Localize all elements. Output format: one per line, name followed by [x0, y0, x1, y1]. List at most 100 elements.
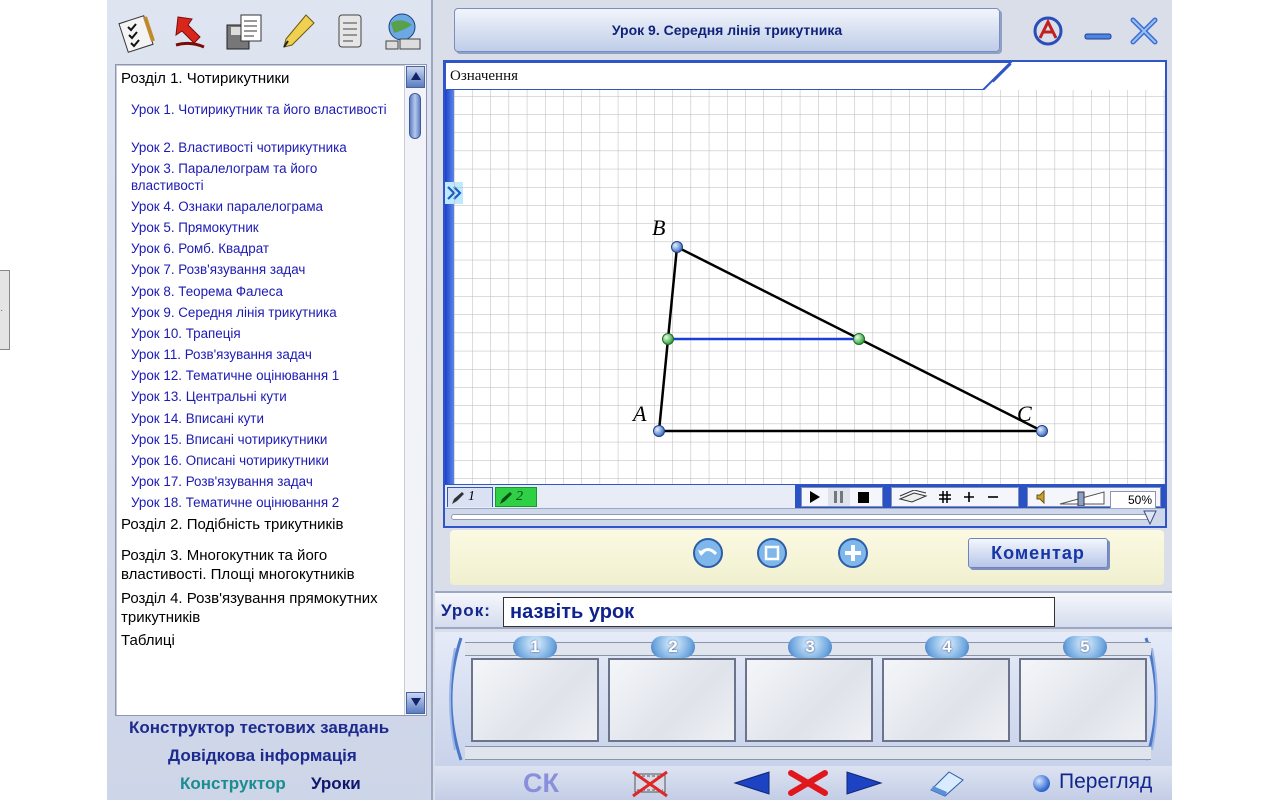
toc-section[interactable]: Розділ 1. Чотирикутники	[121, 69, 393, 88]
playback-group	[801, 487, 883, 507]
document-icon[interactable]	[328, 10, 372, 54]
constructor-link[interactable]: Конструктор	[180, 774, 286, 794]
timeline-knob[interactable]	[1143, 510, 1157, 525]
next-arrow-icon[interactable]	[839, 768, 885, 798]
toc-lesson[interactable]: Урок 5. Прямокутник	[131, 219, 393, 236]
toc-lesson[interactable]: Урок 17. Розв'язування задач	[131, 473, 393, 490]
toc-lesson[interactable]: Урок 3. Паралелограм та його властивості	[131, 160, 393, 194]
toc-lesson[interactable]: Урок 2. Властивості чотирикутника	[131, 139, 393, 156]
preview-label: Перегляд	[1059, 770, 1153, 793]
slide-number[interactable]: 1	[513, 636, 557, 658]
toc-lesson[interactable]: Урок 4. Ознаки паралелограма	[131, 198, 393, 215]
eraser-icon[interactable]	[925, 768, 971, 798]
pause-button[interactable]	[828, 488, 850, 506]
timeline-track[interactable]	[451, 514, 1151, 520]
slide-number[interactable]: 2	[651, 636, 695, 658]
help-link[interactable]: Довідкова інформація	[168, 746, 357, 766]
plus-icon	[964, 492, 974, 502]
close-icon[interactable]	[1127, 14, 1161, 48]
speaker-icon	[1036, 490, 1045, 504]
toc-scrollbar[interactable]	[404, 65, 426, 715]
scroll-up-button[interactable]	[406, 66, 425, 88]
toc-lesson-selected[interactable]: Урок 9. Середня лінія трикутника	[131, 304, 393, 321]
point-a[interactable]	[653, 425, 665, 437]
speaker-button[interactable]	[1032, 488, 1054, 506]
logo-icon[interactable]	[1031, 14, 1065, 48]
slide-frame[interactable]	[1019, 658, 1147, 742]
preview-button[interactable]: Перегляд	[1023, 768, 1170, 798]
delete-film-icon[interactable]	[627, 768, 673, 798]
toc-lesson[interactable]: Урок 6. Ромб. Квадрат	[131, 240, 393, 257]
slide-frame[interactable]	[745, 658, 873, 742]
minimize-icon[interactable]	[1081, 14, 1115, 48]
scroll-down-button[interactable]	[406, 692, 425, 714]
scroll-thumb[interactable]	[409, 93, 421, 139]
slide-frame[interactable]	[608, 658, 736, 742]
table-of-contents: Розділ 1. Чотирикутники Урок 1. Чотирику…	[115, 64, 427, 716]
toc-section[interactable]: Розділ 3. Многокутник та його властивост…	[121, 546, 393, 584]
ck-button[interactable]: СК	[523, 768, 559, 799]
toc-lesson[interactable]: Урок 12. Тематичне оцінювання 1	[131, 367, 393, 384]
slide-number[interactable]: 5	[1063, 636, 1107, 658]
pen-icon[interactable]	[275, 10, 319, 54]
grid-icon	[939, 491, 951, 503]
square-button[interactable]	[756, 537, 788, 569]
toc-section[interactable]: Таблиці	[121, 631, 393, 650]
play-button[interactable]	[804, 488, 826, 506]
comment-button[interactable]: Коментар	[968, 538, 1108, 568]
toc-section[interactable]: Розділ 4. Розв'язування прямокутних трик…	[121, 589, 393, 627]
slide-number[interactable]: 4	[925, 636, 969, 658]
grid-toggle-button[interactable]	[934, 488, 956, 506]
geometry-canvas[interactable]: A B C	[454, 90, 1165, 484]
toc-lesson[interactable]: Урок 8. Теорема Фалеса	[131, 283, 393, 300]
header-tab-shape	[445, 62, 1013, 90]
tab-page-1[interactable]: 1	[447, 487, 493, 507]
zoom-out-button[interactable]	[982, 488, 1004, 506]
arrow-icon[interactable]	[169, 10, 213, 54]
midpoint-ab[interactable]	[662, 333, 674, 345]
drawing-board: Означення A B C 1 2 50%	[443, 60, 1167, 528]
volume-slider[interactable]	[1058, 490, 1108, 506]
toc-lesson[interactable]: Урок 15. Вписані чотирикутники	[131, 431, 393, 448]
slide-number[interactable]: 3	[788, 636, 832, 658]
board-side-strip	[445, 90, 454, 484]
point-b[interactable]	[671, 241, 683, 253]
title-panel: Урок 9. Середня лінія трикутника	[454, 8, 1000, 52]
play-icon	[810, 491, 820, 503]
checklist-icon[interactable]	[116, 10, 160, 54]
toc-section[interactable]: Розділ 2. Подібність трикутників	[121, 515, 393, 534]
undo-button[interactable]	[692, 537, 724, 569]
tab-page-2[interactable]: 2	[495, 487, 537, 507]
save-icon[interactable]	[222, 10, 266, 54]
previous-arrow-icon[interactable]	[731, 768, 777, 798]
stop-button[interactable]	[852, 488, 874, 506]
midpoint-bc[interactable]	[853, 333, 865, 345]
slide-frame[interactable]	[471, 658, 599, 742]
blue-dot-icon	[1033, 775, 1050, 792]
toc-lesson[interactable]: Урок 13. Центральні кути	[131, 388, 393, 405]
layers-icon	[898, 490, 928, 503]
tab-label: 2	[516, 489, 523, 504]
toc-lesson[interactable]: Урок 14. Вписані кути	[131, 410, 393, 427]
point-c[interactable]	[1036, 425, 1048, 437]
window-controls	[1027, 12, 1167, 52]
toc-lesson[interactable]: Урок 7. Розв'язування задач	[131, 261, 393, 278]
toc-lesson[interactable]: Урок 18. Тематичне оцінювання 2	[131, 494, 393, 511]
toc-lesson[interactable]: Урок 11. Розв'язування задач	[131, 346, 393, 363]
lesson-name-input[interactable]	[503, 597, 1055, 627]
network-icon[interactable]	[381, 10, 425, 54]
add-button[interactable]	[837, 537, 869, 569]
lessons-link[interactable]: Уроки	[311, 774, 361, 794]
cancel-x-icon[interactable]	[785, 768, 831, 798]
toc-lesson[interactable]: Урок 10. Трапеція	[131, 325, 393, 342]
zoom-in-button[interactable]	[958, 488, 980, 506]
board-title: Означення	[450, 68, 518, 84]
toc-lesson[interactable]: Урок 16. Описані чотирикутники	[131, 452, 393, 469]
zoom-level[interactable]: 50%	[1110, 491, 1156, 509]
side-panel-stub[interactable]: ·	[0, 270, 10, 350]
toc-lesson[interactable]: Урок 1. Чотирикутник та його властивості	[131, 101, 393, 118]
lesson-name-row: Урок:	[435, 591, 1172, 629]
test-constructor-link[interactable]: Конструктор тестових завдань	[129, 718, 389, 738]
slide-frame[interactable]	[882, 658, 1010, 742]
layers-button[interactable]	[896, 488, 930, 506]
